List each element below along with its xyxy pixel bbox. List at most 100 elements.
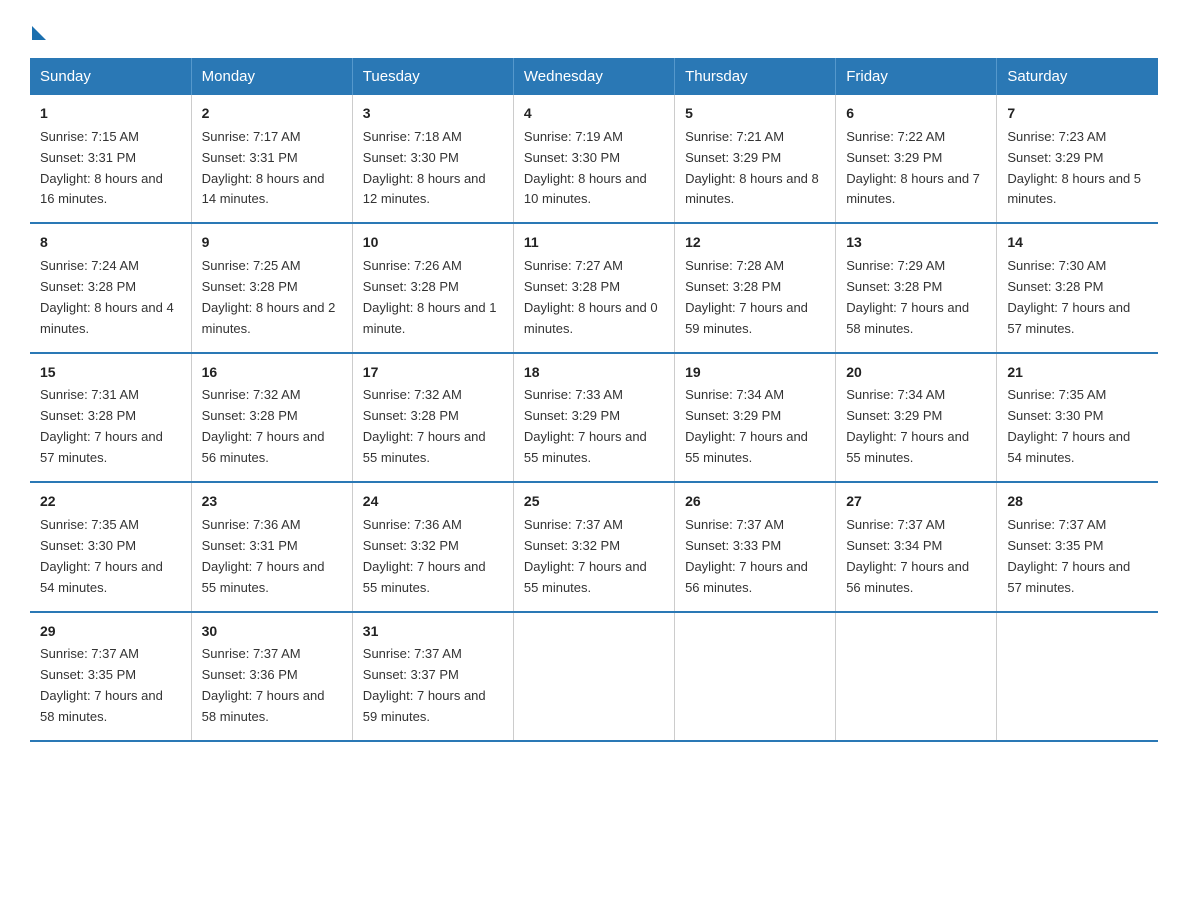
day-number: 15 xyxy=(40,362,181,384)
day-info: Sunrise: 7:32 AMSunset: 3:28 PMDaylight:… xyxy=(363,387,486,465)
calendar-cell: 23 Sunrise: 7:36 AMSunset: 3:31 PMDayligh… xyxy=(191,482,352,611)
day-info: Sunrise: 7:31 AMSunset: 3:28 PMDaylight:… xyxy=(40,387,163,465)
day-info: Sunrise: 7:30 AMSunset: 3:28 PMDaylight:… xyxy=(1007,258,1130,336)
day-number: 3 xyxy=(363,103,503,125)
day-number: 2 xyxy=(202,103,342,125)
col-header-sunday: Sunday xyxy=(30,58,191,95)
calendar-cell: 18 Sunrise: 7:33 AMSunset: 3:29 PMDayligh… xyxy=(513,353,674,482)
col-header-saturday: Saturday xyxy=(997,58,1158,95)
day-number: 30 xyxy=(202,621,342,643)
day-number: 5 xyxy=(685,103,825,125)
day-info: Sunrise: 7:28 AMSunset: 3:28 PMDaylight:… xyxy=(685,258,808,336)
day-number: 6 xyxy=(846,103,986,125)
day-number: 12 xyxy=(685,232,825,254)
calendar-cell: 6 Sunrise: 7:22 AMSunset: 3:29 PMDaylight… xyxy=(836,95,997,223)
calendar-cell: 26 Sunrise: 7:37 AMSunset: 3:33 PMDayligh… xyxy=(675,482,836,611)
calendar-cell: 2 Sunrise: 7:17 AMSunset: 3:31 PMDaylight… xyxy=(191,95,352,223)
day-info: Sunrise: 7:29 AMSunset: 3:28 PMDaylight:… xyxy=(846,258,969,336)
calendar-cell: 12 Sunrise: 7:28 AMSunset: 3:28 PMDayligh… xyxy=(675,223,836,352)
calendar-cell: 3 Sunrise: 7:18 AMSunset: 3:30 PMDaylight… xyxy=(352,95,513,223)
calendar-cell: 1 Sunrise: 7:15 AMSunset: 3:31 PMDaylight… xyxy=(30,95,191,223)
col-header-tuesday: Tuesday xyxy=(352,58,513,95)
day-number: 7 xyxy=(1007,103,1148,125)
calendar-cell: 20Sunrise: 7:34 AMSunset: 3:29 PMDayligh… xyxy=(836,353,997,482)
calendar-cell: 21 Sunrise: 7:35 AMSunset: 3:30 PMDayligh… xyxy=(997,353,1158,482)
day-info: Sunrise: 7:33 AMSunset: 3:29 PMDaylight:… xyxy=(524,387,647,465)
calendar-cell: 29 Sunrise: 7:37 AMSunset: 3:35 PMDayligh… xyxy=(30,612,191,741)
logo xyxy=(30,20,46,40)
day-number: 17 xyxy=(363,362,503,384)
day-info: Sunrise: 7:17 AMSunset: 3:31 PMDaylight:… xyxy=(202,129,325,207)
calendar-table: SundayMondayTuesdayWednesdayThursdayFrid… xyxy=(30,58,1158,742)
day-info: Sunrise: 7:24 AMSunset: 3:28 PMDaylight:… xyxy=(40,258,174,336)
day-number: 26 xyxy=(685,491,825,513)
day-info: Sunrise: 7:27 AMSunset: 3:28 PMDaylight:… xyxy=(524,258,658,336)
day-info: Sunrise: 7:21 AMSunset: 3:29 PMDaylight:… xyxy=(685,129,819,207)
day-number: 22 xyxy=(40,491,181,513)
calendar-cell: 10 Sunrise: 7:26 AMSunset: 3:28 PMDayligh… xyxy=(352,223,513,352)
calendar-cell: 4 Sunrise: 7:19 AMSunset: 3:30 PMDaylight… xyxy=(513,95,674,223)
day-number: 16 xyxy=(202,362,342,384)
calendar-cell: 8 Sunrise: 7:24 AMSunset: 3:28 PMDaylight… xyxy=(30,223,191,352)
calendar-cell: 7 Sunrise: 7:23 AMSunset: 3:29 PMDaylight… xyxy=(997,95,1158,223)
calendar-cell: 9 Sunrise: 7:25 AMSunset: 3:28 PMDaylight… xyxy=(191,223,352,352)
day-number: 1 xyxy=(40,103,181,125)
day-number: 4 xyxy=(524,103,664,125)
day-number: 25 xyxy=(524,491,664,513)
calendar-week-row: 22Sunrise: 7:35 AMSunset: 3:30 PMDayligh… xyxy=(30,482,1158,611)
day-number: 18 xyxy=(524,362,664,384)
col-header-wednesday: Wednesday xyxy=(513,58,674,95)
col-header-friday: Friday xyxy=(836,58,997,95)
calendar-week-row: 29 Sunrise: 7:37 AMSunset: 3:35 PMDayligh… xyxy=(30,612,1158,741)
day-number: 31 xyxy=(363,621,503,643)
calendar-week-row: 8 Sunrise: 7:24 AMSunset: 3:28 PMDaylight… xyxy=(30,223,1158,352)
calendar-week-row: 1 Sunrise: 7:15 AMSunset: 3:31 PMDaylight… xyxy=(30,95,1158,223)
day-info: Sunrise: 7:34 AMSunset: 3:29 PMDaylight:… xyxy=(846,387,969,465)
calendar-cell: 17 Sunrise: 7:32 AMSunset: 3:28 PMDayligh… xyxy=(352,353,513,482)
day-info: Sunrise: 7:35 AMSunset: 3:30 PMDaylight:… xyxy=(1007,387,1130,465)
day-info: Sunrise: 7:37 AMSunset: 3:34 PMDaylight:… xyxy=(846,517,969,595)
day-number: 10 xyxy=(363,232,503,254)
calendar-cell: 25 Sunrise: 7:37 AMSunset: 3:32 PMDayligh… xyxy=(513,482,674,611)
day-number: 23 xyxy=(202,491,342,513)
day-number: 8 xyxy=(40,232,181,254)
day-number: 28 xyxy=(1007,491,1148,513)
day-info: Sunrise: 7:15 AMSunset: 3:31 PMDaylight:… xyxy=(40,129,163,207)
calendar-cell xyxy=(997,612,1158,741)
day-info: Sunrise: 7:23 AMSunset: 3:29 PMDaylight:… xyxy=(1007,129,1141,207)
day-info: Sunrise: 7:25 AMSunset: 3:28 PMDaylight:… xyxy=(202,258,336,336)
calendar-cell: 31 Sunrise: 7:37 AMSunset: 3:37 PMDayligh… xyxy=(352,612,513,741)
calendar-cell xyxy=(675,612,836,741)
day-number: 14 xyxy=(1007,232,1148,254)
calendar-cell xyxy=(836,612,997,741)
day-number: 21 xyxy=(1007,362,1148,384)
day-info: Sunrise: 7:37 AMSunset: 3:35 PMDaylight:… xyxy=(40,646,163,724)
day-info: Sunrise: 7:37 AMSunset: 3:32 PMDaylight:… xyxy=(524,517,647,595)
col-header-monday: Monday xyxy=(191,58,352,95)
logo-triangle-icon xyxy=(32,26,46,40)
day-info: Sunrise: 7:34 AMSunset: 3:29 PMDaylight:… xyxy=(685,387,808,465)
day-info: Sunrise: 7:37 AMSunset: 3:33 PMDaylight:… xyxy=(685,517,808,595)
calendar-cell: 13 Sunrise: 7:29 AMSunset: 3:28 PMDayligh… xyxy=(836,223,997,352)
calendar-week-row: 15 Sunrise: 7:31 AMSunset: 3:28 PMDayligh… xyxy=(30,353,1158,482)
day-info: Sunrise: 7:18 AMSunset: 3:30 PMDaylight:… xyxy=(363,129,486,207)
day-number: 19 xyxy=(685,362,825,384)
day-number: 13 xyxy=(846,232,986,254)
calendar-cell: 27Sunrise: 7:37 AMSunset: 3:34 PMDayligh… xyxy=(836,482,997,611)
calendar-cell: 24 Sunrise: 7:36 AMSunset: 3:32 PMDayligh… xyxy=(352,482,513,611)
day-info: Sunrise: 7:26 AMSunset: 3:28 PMDaylight:… xyxy=(363,258,497,336)
col-header-thursday: Thursday xyxy=(675,58,836,95)
day-info: Sunrise: 7:36 AMSunset: 3:32 PMDaylight:… xyxy=(363,517,486,595)
calendar-cell: 28Sunrise: 7:37 AMSunset: 3:35 PMDayligh… xyxy=(997,482,1158,611)
calendar-cell: 15 Sunrise: 7:31 AMSunset: 3:28 PMDayligh… xyxy=(30,353,191,482)
day-info: Sunrise: 7:36 AMSunset: 3:31 PMDaylight:… xyxy=(202,517,325,595)
day-info: Sunrise: 7:19 AMSunset: 3:30 PMDaylight:… xyxy=(524,129,647,207)
calendar-cell: 14 Sunrise: 7:30 AMSunset: 3:28 PMDayligh… xyxy=(997,223,1158,352)
day-number: 9 xyxy=(202,232,342,254)
calendar-cell: 5 Sunrise: 7:21 AMSunset: 3:29 PMDaylight… xyxy=(675,95,836,223)
day-info: Sunrise: 7:37 AMSunset: 3:37 PMDaylight:… xyxy=(363,646,486,724)
calendar-cell xyxy=(513,612,674,741)
day-info: Sunrise: 7:22 AMSunset: 3:29 PMDaylight:… xyxy=(846,129,980,207)
day-number: 24 xyxy=(363,491,503,513)
day-number: 29 xyxy=(40,621,181,643)
